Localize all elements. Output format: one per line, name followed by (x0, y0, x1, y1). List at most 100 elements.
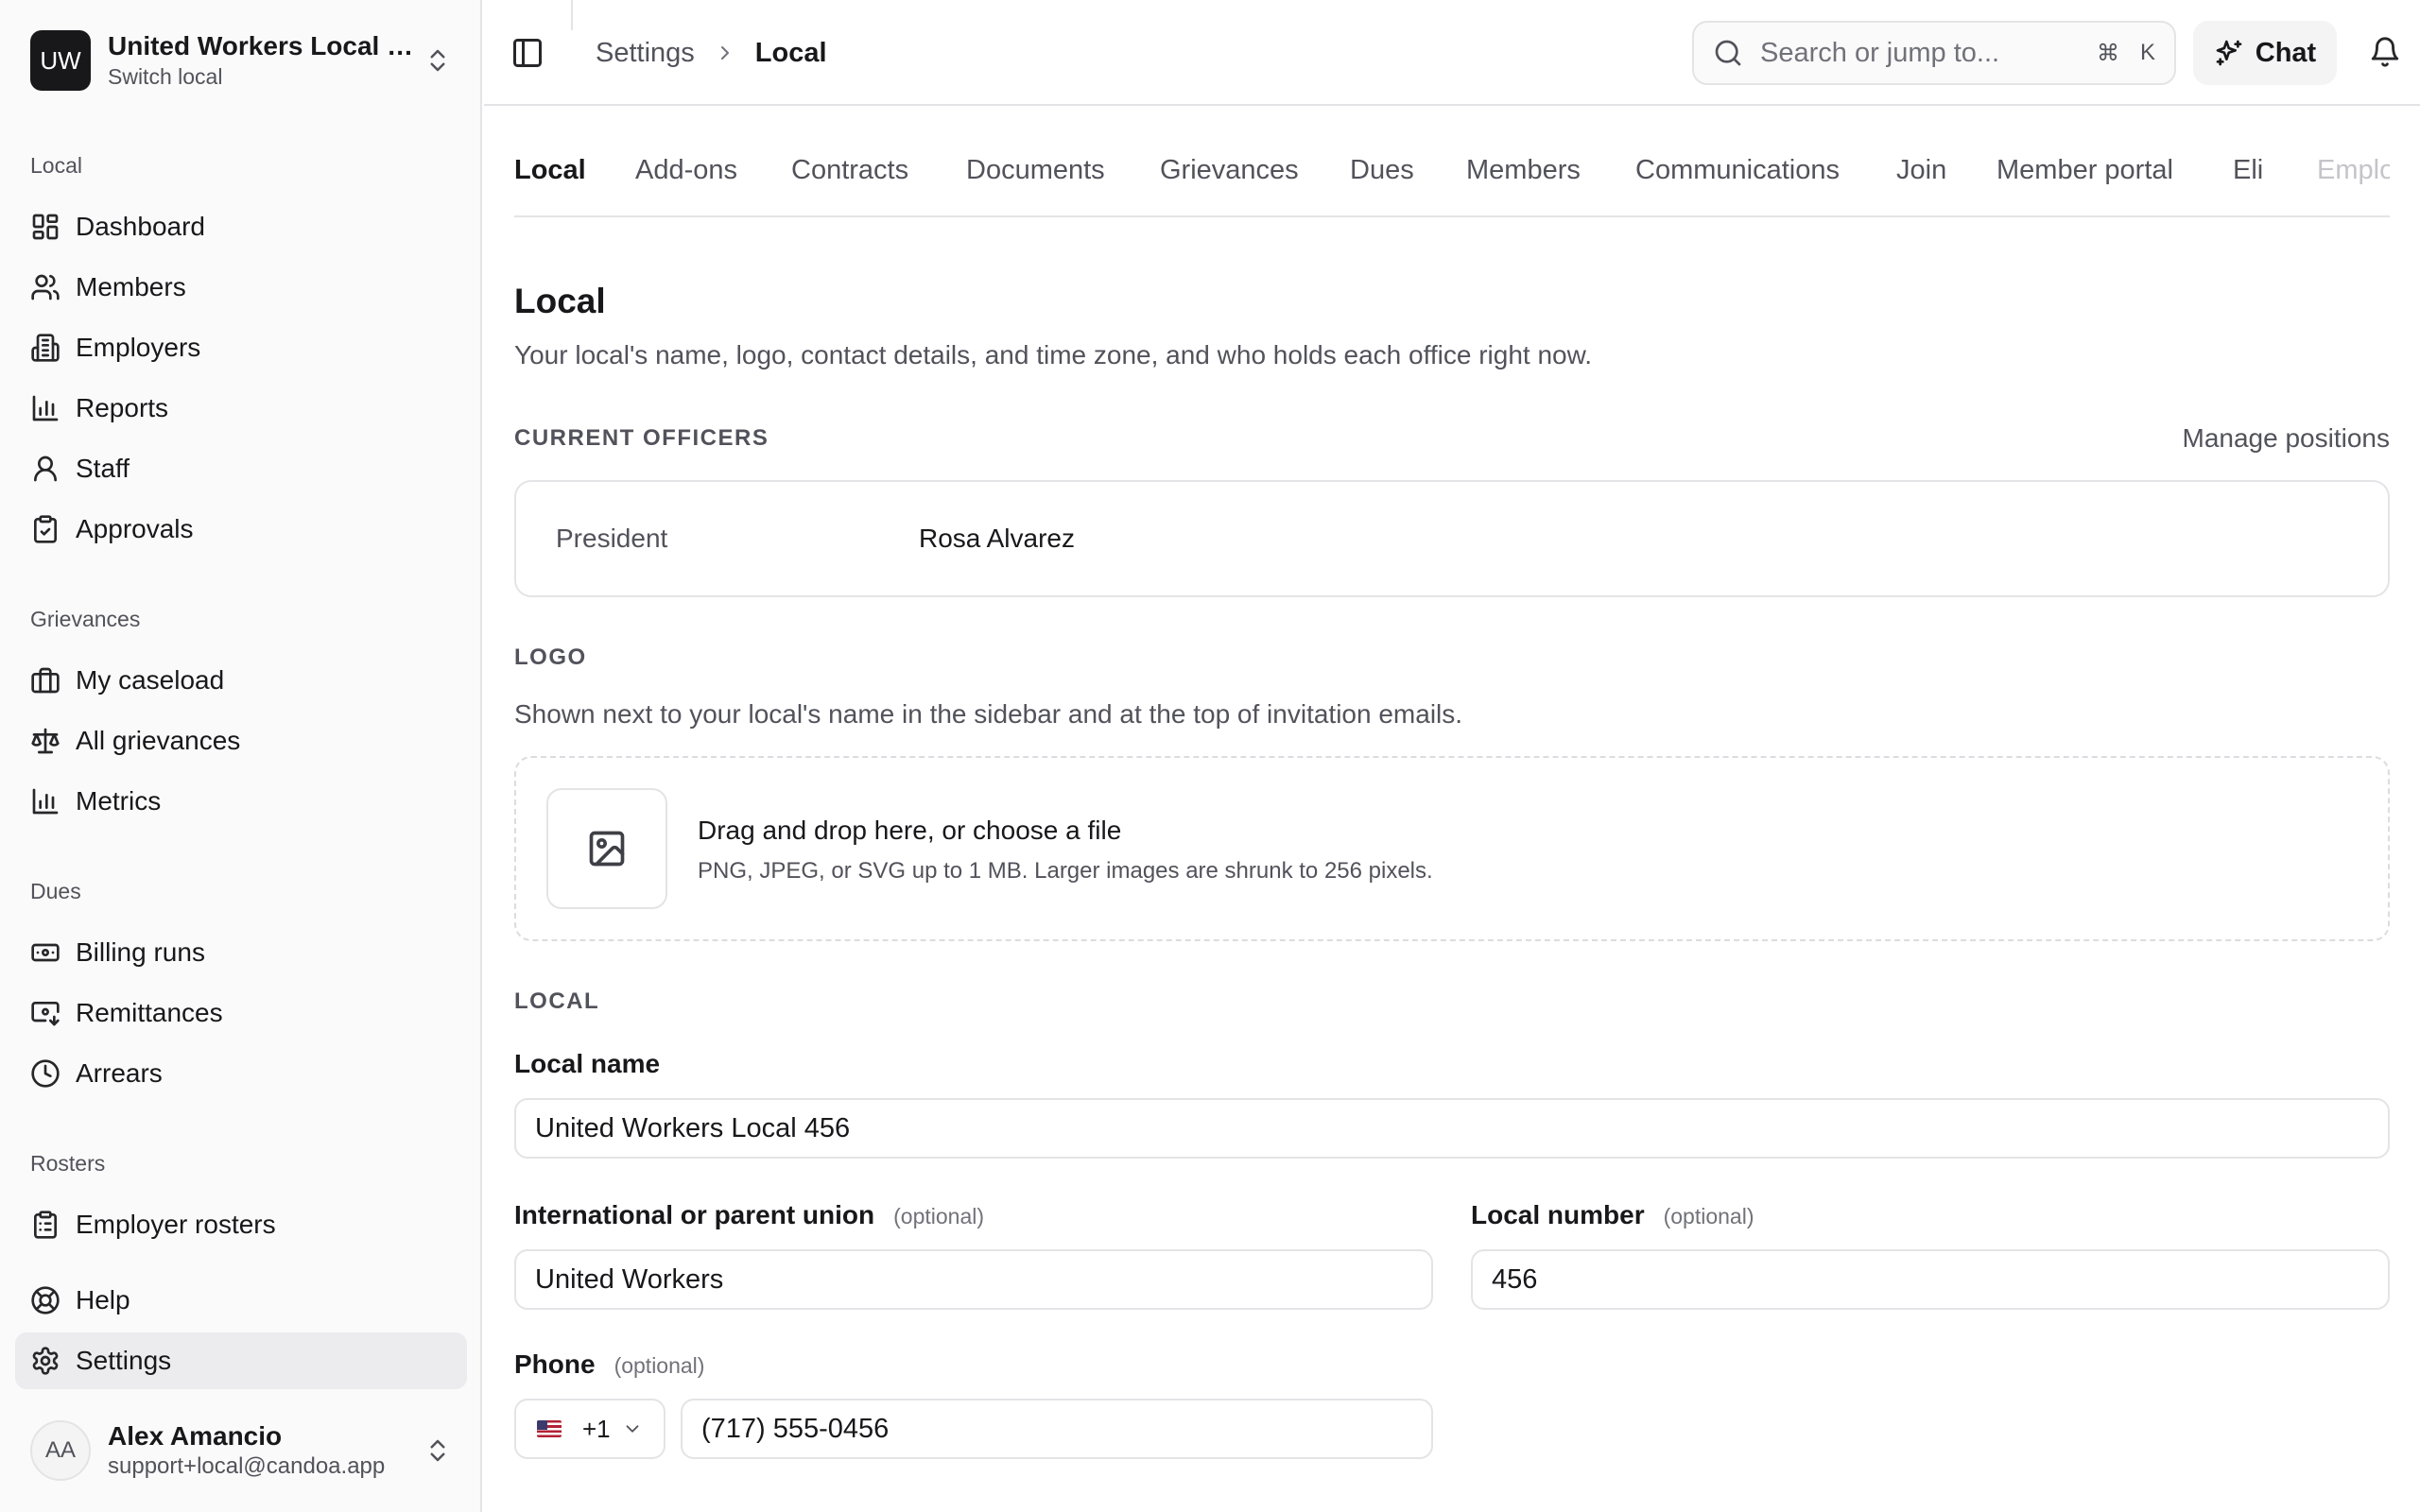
chevron-right-icon (720, 46, 729, 60)
shortcut-modifier: ⌘ (2096, 40, 2119, 66)
bell-icon[interactable] (2369, 36, 2401, 68)
local-switcher[interactable]: UW United Workers Local 456 Switch local (15, 13, 467, 108)
chat-label: Chat (2255, 37, 2317, 68)
sidebar-item-all-grievances[interactable]: All grievances (15, 713, 467, 769)
nav-group-local: Local (30, 153, 82, 178)
sidebar-toggle-icon[interactable] (510, 36, 544, 70)
country-code-select[interactable]: +1 (514, 1399, 666, 1459)
bar-chart-icon (32, 788, 59, 815)
sidebar-item-approvals[interactable]: Approvals (15, 501, 467, 558)
sidebar-item-settings[interactable]: Settings (15, 1332, 467, 1389)
officers-section-label: CURRENT OFFICERS (514, 425, 769, 451)
sidebar-item-label: Staff (76, 454, 130, 483)
sidebar-item-label: Help (76, 1285, 130, 1314)
nav-group-dues: Dues (30, 879, 81, 903)
tab-contracts[interactable]: Contracts (791, 155, 908, 215)
local-number-label-text: Local number (1471, 1200, 1645, 1229)
sidebar-item-label: Reports (76, 393, 169, 422)
phone-field[interactable] (681, 1399, 1433, 1459)
tab-documents[interactable]: Documents (966, 155, 1105, 215)
sidebar-item-help[interactable]: Help (15, 1272, 467, 1329)
chevrons-up-down-icon (430, 1439, 445, 1462)
sidebar-item-label: Employer rosters (76, 1210, 276, 1239)
tab-eli[interactable]: Eli (2233, 155, 2263, 215)
user-name: Alex Amancio (108, 1421, 283, 1451)
us-flag-icon (537, 1420, 562, 1437)
user-menu[interactable]: AA Alex Amancio support+local@candoa.app (15, 1404, 467, 1497)
scale-icon (31, 728, 60, 754)
page-description: Your local's name, logo, contact details… (514, 340, 1593, 369)
tab-grievances[interactable]: Grievances (1160, 155, 1299, 215)
user-info: Alex Amancio support+local@candoa.app (108, 1420, 424, 1481)
sidebar-item-members[interactable]: Members (15, 259, 467, 316)
local-number-field[interactable] (1471, 1249, 2390, 1310)
image-icon (589, 831, 625, 867)
briefcase-icon (31, 667, 60, 694)
clipboard-list-icon (34, 1211, 57, 1239)
parent-union-label-text: International or parent union (514, 1200, 875, 1229)
sidebar-item-dashboard[interactable]: Dashboard (15, 198, 467, 255)
breadcrumb-settings[interactable]: Settings (596, 38, 695, 69)
tab-members[interactable]: Members (1466, 155, 1581, 215)
sidebar-item-metrics[interactable]: Metrics (15, 773, 467, 830)
bar-chart-icon (32, 395, 59, 421)
nav-group-grievances: Grievances (30, 607, 141, 631)
search-placeholder: Search or jump to... (1760, 37, 2000, 68)
chevron-down-icon (626, 1425, 639, 1433)
logo-dropzone[interactable]: Drag and drop here, or choose a file PNG… (514, 756, 2390, 941)
tab-dues[interactable]: Dues (1350, 155, 1414, 215)
optional-tag: (optional) (893, 1204, 985, 1228)
local-name-field[interactable] (514, 1098, 2390, 1159)
dropzone-text: Drag and drop here, or choose a file PNG… (698, 813, 1433, 885)
breadcrumb: Settings Local (596, 0, 827, 106)
sidebar-item-label: Billing runs (76, 937, 205, 967)
building-icon (31, 334, 60, 362)
logo-help-text: Shown next to your local's name in the s… (514, 699, 1463, 729)
sidebar-item-remittances[interactable]: Remittances (15, 985, 467, 1041)
country-code: +1 (582, 1414, 611, 1443)
tab-member-portal[interactable]: Member portal (1996, 155, 2173, 215)
officer-name: Rosa Alvarez (919, 524, 1075, 553)
parent-union-label: International or parent union (optional) (514, 1200, 984, 1230)
local-name-label-text: Local name (514, 1049, 661, 1078)
dashboard-icon (32, 214, 59, 240)
sparkles-icon (2216, 40, 2242, 66)
sidebar-item-arrears[interactable]: Arrears (15, 1045, 467, 1102)
officer-role: President (556, 524, 668, 553)
gear-icon (32, 1347, 59, 1375)
tab-communications[interactable]: Communications (1635, 155, 1840, 215)
tab-join[interactable]: Join (1896, 155, 1946, 215)
sidebar-item-label: Remittances (76, 998, 223, 1027)
sidebar-item-reports[interactable]: Reports (15, 380, 467, 437)
parent-union-field[interactable] (514, 1249, 1433, 1310)
chevrons-up-down-icon (430, 49, 445, 72)
local-name-label: Local name (514, 1049, 660, 1079)
tab-employers[interactable]: Emplo (2317, 155, 2390, 215)
officer-row: President Rosa Alvarez (514, 480, 2390, 597)
banknote-icon (31, 943, 60, 962)
shortcut-key: K (2139, 40, 2155, 65)
chat-button[interactable]: Chat (2193, 21, 2337, 85)
tab-add-ons[interactable]: Add-ons (635, 155, 737, 215)
logo-section-label: LOGO (514, 644, 587, 670)
local-number-label: Local number (optional) (1471, 1200, 1754, 1230)
phone-label-text: Phone (514, 1349, 596, 1379)
sidebar-item-label: Employers (76, 333, 201, 362)
sidebar-item-label: Members (76, 272, 186, 301)
optional-tag: (optional) (1663, 1204, 1754, 1228)
sidebar-item-employers[interactable]: Employers (15, 319, 467, 376)
manage-positions-link[interactable]: Manage positions (2183, 423, 2390, 454)
nav-group-rosters: Rosters (30, 1151, 106, 1176)
tab-local[interactable]: Local (514, 155, 586, 215)
sidebar-item-my-caseload[interactable]: My caseload (15, 652, 467, 709)
sidebar-item-employer-rosters[interactable]: Employer rosters (15, 1196, 467, 1253)
settings-tabs: Local Add-ons Contracts Documents Grieva… (514, 142, 2390, 217)
sidebar-item-label: Approvals (76, 514, 194, 543)
page-title: Local (514, 282, 606, 320)
sidebar-item-staff[interactable]: Staff (15, 440, 467, 497)
users-icon (31, 274, 60, 301)
sidebar-item-label: All grievances (76, 726, 241, 755)
search-input[interactable]: Search or jump to... ⌘ K (1692, 21, 2176, 85)
sidebar-item-billing-runs[interactable]: Billing runs (15, 924, 467, 981)
dropzone-title: Drag and drop here, or choose a file (698, 816, 1122, 845)
